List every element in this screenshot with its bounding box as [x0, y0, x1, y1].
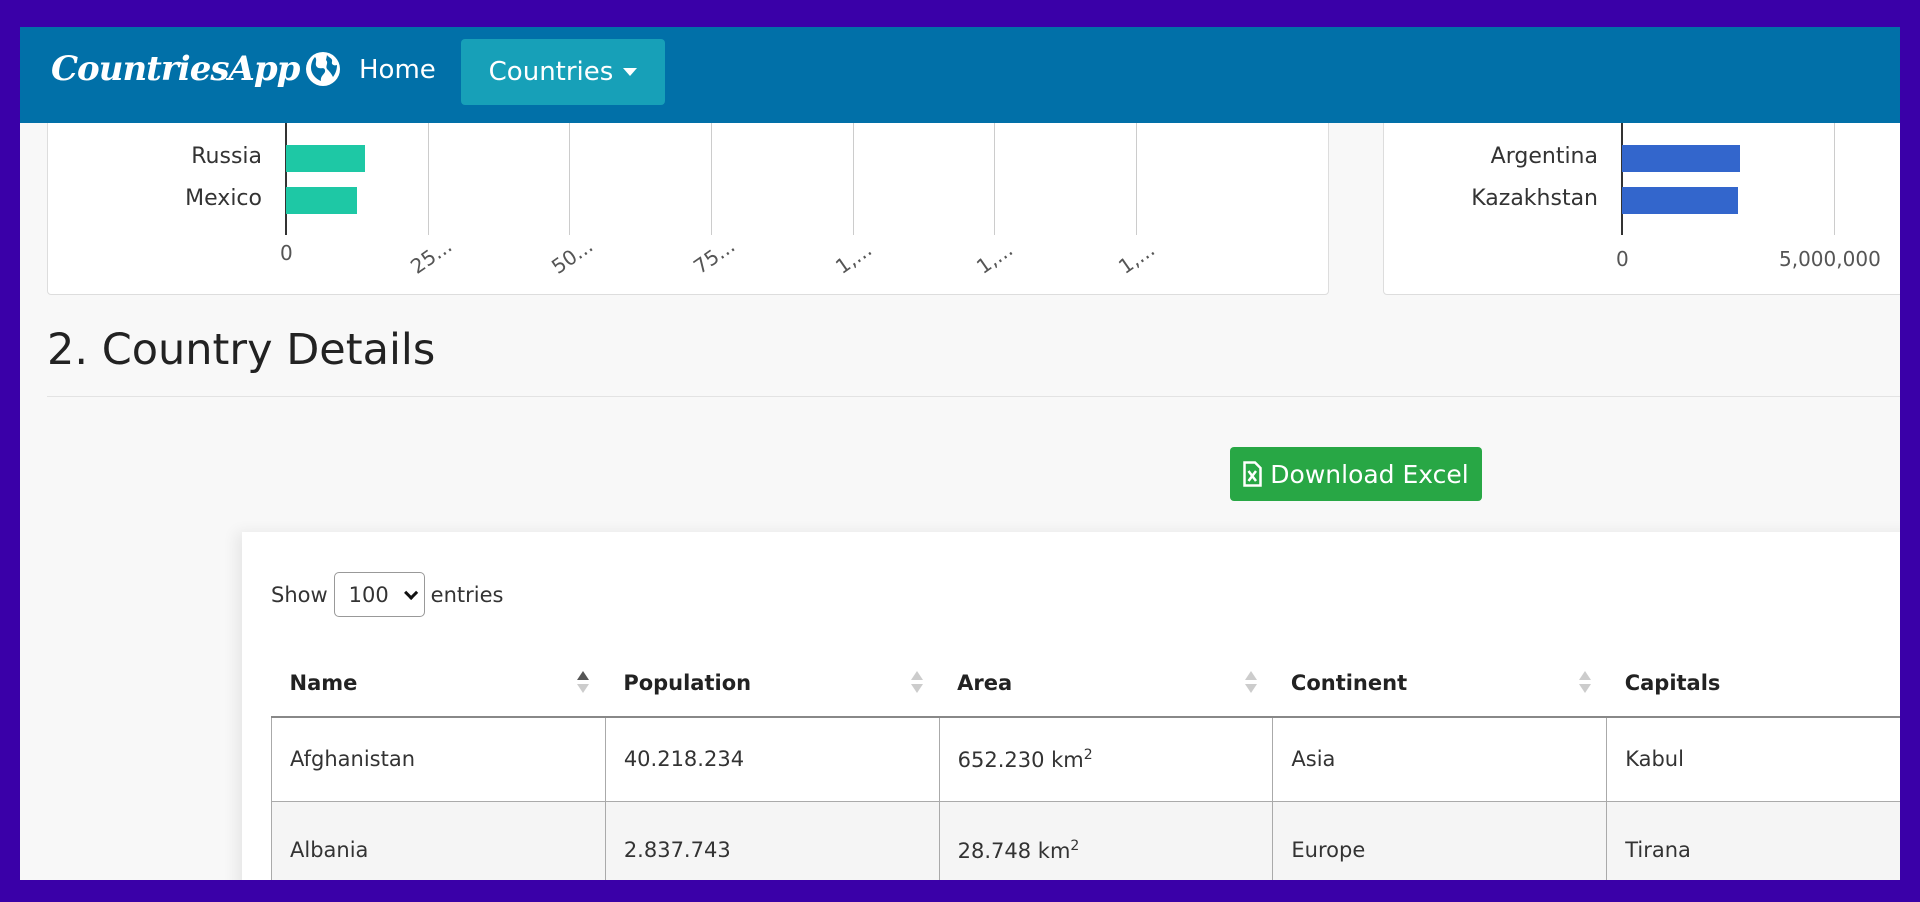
cell-capital: Tirana: [1606, 801, 1900, 880]
area-value: 652.230 km: [957, 747, 1084, 772]
table-row: Albania 2.837.743 28.748 km2 Europe Tira…: [271, 801, 1900, 880]
brand-link[interactable]: CountriesApp: [51, 49, 341, 89]
category-label: Kazakhstan: [1471, 186, 1598, 211]
cell-population: 40.218.234: [604, 717, 940, 802]
entries-label: entries: [430, 582, 504, 607]
sort-icon: [911, 671, 924, 695]
app-window: CountriesApp Home Countries 0 25... 50... 7…: [20, 27, 1900, 880]
countries-table: Name Population Area Continent Capitals …: [271, 649, 1900, 880]
cell-population: 2.837.743: [604, 801, 940, 880]
entries-select-value: 100: [348, 582, 389, 607]
table-panel: Show 100 entries Name Population Area Co…: [242, 532, 1900, 880]
category-label: Russia: [191, 144, 262, 169]
caret-down-icon: [623, 68, 638, 76]
cell-area: 28.748 km2: [938, 801, 1274, 880]
table-row: Afghanistan 40.218.234 652.230 km2 Asia …: [271, 717, 1900, 802]
cell-continent: Asia: [1272, 717, 1608, 802]
entries-select[interactable]: 100: [333, 572, 425, 617]
show-label: Show: [271, 582, 328, 607]
brand-text: CountriesApp: [51, 49, 300, 89]
entries-control: Show 100 entries: [271, 572, 503, 617]
sort-icon: [577, 671, 590, 695]
bar: [286, 145, 366, 172]
col-header-name[interactable]: Name: [271, 649, 606, 718]
tick-label: 5,000,000: [1779, 247, 1881, 271]
bar: [1622, 145, 1740, 172]
col-header-capitals[interactable]: Capitals: [1606, 649, 1900, 718]
cell-area: 652.230 km2: [938, 717, 1274, 802]
tick-label: 1,...: [830, 237, 876, 279]
area-value: 28.748 km: [957, 838, 1071, 863]
nav-home-link[interactable]: Home: [359, 55, 436, 85]
gridline: [994, 108, 996, 235]
sort-icon: [1244, 671, 1257, 695]
chevron-down-icon: [403, 585, 418, 600]
cell-continent: Europe: [1272, 801, 1608, 880]
col-header-label: Continent: [1290, 670, 1408, 695]
section-title: 2. Country Details: [47, 325, 436, 375]
col-header-label: Population: [623, 670, 752, 695]
table-header-row: Name Population Area Continent Capitals: [271, 649, 1900, 718]
area-unit-sup: 2: [1083, 746, 1093, 763]
col-header-continent[interactable]: Continent: [1272, 649, 1607, 718]
gridline: [427, 108, 429, 235]
tick-label: 1,...: [1114, 237, 1160, 279]
section-divider: [47, 396, 1900, 397]
tick-label: 50...: [547, 233, 598, 279]
area-unit-sup: 2: [1070, 837, 1080, 854]
cell-name: Albania: [271, 801, 606, 880]
col-header-label: Area: [957, 670, 1013, 695]
file-excel-icon: [1243, 461, 1263, 487]
col-header-area[interactable]: Area: [939, 649, 1273, 718]
gridline: [1136, 108, 1137, 235]
gridline: [852, 108, 854, 235]
col-header-label: Capitals: [1624, 670, 1721, 695]
col-header-population[interactable]: Population: [605, 649, 940, 718]
download-excel-label: Download Excel: [1270, 459, 1469, 489]
navbar: CountriesApp Home Countries: [20, 27, 1900, 123]
category-label: Mexico: [185, 186, 262, 211]
category-label: Argentina: [1490, 144, 1598, 169]
tick-label: 0: [1616, 247, 1629, 271]
cell-capital: Kabul: [1606, 717, 1900, 802]
cell-name: Afghanistan: [271, 717, 606, 802]
col-header-label: Name: [289, 670, 358, 695]
tick-label: 75...: [689, 233, 740, 279]
bar: [286, 187, 357, 214]
globe-icon: [306, 52, 341, 86]
tick-label: 0: [280, 241, 293, 265]
sort-icon: [1578, 671, 1591, 695]
bar: [1622, 187, 1738, 214]
gridline: [569, 108, 571, 235]
gridline: [711, 108, 712, 235]
tick-label: 1,...: [972, 237, 1018, 279]
nav-countries-dropdown[interactable]: Countries: [461, 39, 665, 105]
gridline: [1834, 108, 1835, 235]
tick-label: 25...: [405, 233, 456, 279]
download-excel-button[interactable]: Download Excel: [1230, 447, 1482, 501]
nav-countries-label: Countries: [488, 57, 614, 87]
